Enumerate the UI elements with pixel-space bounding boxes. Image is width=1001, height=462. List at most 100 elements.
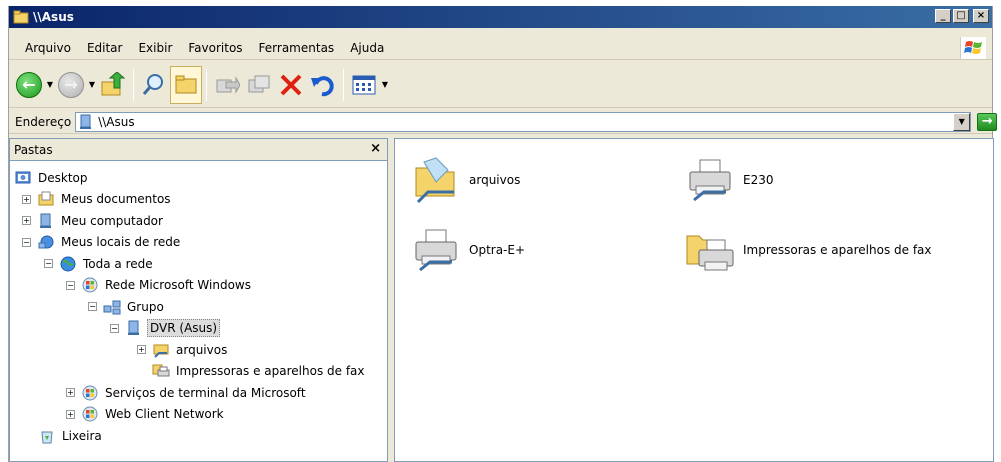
title-bar[interactable]: \\Asus _ □ × bbox=[9, 6, 992, 28]
tree-item-label: Grupo bbox=[127, 299, 164, 314]
tree-item-toda-a-rede[interactable]: − Toda a rede bbox=[10, 253, 387, 275]
tree-item-impressoras[interactable]: Impressoras e aparelhos de fax bbox=[10, 361, 387, 383]
shared-folder-icon bbox=[152, 341, 170, 359]
menu-bar: Arquivo Editar Exibir Favoritos Ferramen… bbox=[9, 36, 992, 60]
close-button[interactable]: × bbox=[973, 9, 989, 23]
go-arrow-icon: → bbox=[977, 112, 998, 131]
back-icon: ← bbox=[16, 71, 42, 98]
views-button[interactable] bbox=[348, 66, 380, 104]
network-places-icon bbox=[37, 233, 55, 251]
forward-dropdown-icon[interactable]: ▼ bbox=[87, 66, 97, 104]
back-button[interactable]: ← bbox=[13, 66, 45, 104]
documents-icon bbox=[37, 190, 55, 208]
delete-button[interactable] bbox=[275, 66, 307, 104]
windows-network-icon bbox=[81, 405, 99, 423]
window-controls: _ □ × bbox=[935, 9, 989, 23]
content-item-e230[interactable]: E230 bbox=[683, 153, 774, 207]
tree-item-web-client-network[interactable]: + Web Client Network bbox=[10, 404, 387, 426]
menu-exibir[interactable]: Exibir bbox=[130, 39, 180, 57]
tree-item-label: Meus locais de rede bbox=[61, 235, 181, 250]
move-to-icon bbox=[216, 75, 240, 94]
menu-arquivo[interactable]: Arquivo bbox=[17, 39, 79, 57]
address-label: Endereço bbox=[15, 114, 72, 129]
forward-button[interactable]: → bbox=[55, 66, 87, 104]
explorer-window: \\Asus _ □ × Arquivo Editar Exibir Favor… bbox=[8, 6, 998, 462]
tree-item-label-selected: DVR (Asus) bbox=[147, 319, 221, 338]
toolbar-separator bbox=[133, 68, 134, 101]
views-dropdown-icon[interactable]: ▼ bbox=[380, 66, 390, 104]
item-label: E230 bbox=[743, 173, 774, 187]
views-icon bbox=[352, 75, 376, 94]
address-input[interactable]: \\Asus ▼ bbox=[75, 111, 972, 132]
tree-item-rede-microsoft-windows[interactable]: − Rede Microsoft Windows bbox=[10, 275, 387, 297]
folders-pane-title: Pastas bbox=[14, 142, 53, 157]
menu-ajuda[interactable]: Ajuda bbox=[342, 39, 392, 57]
search-button[interactable] bbox=[138, 66, 170, 104]
back-dropdown-icon[interactable]: ▼ bbox=[45, 66, 55, 104]
collapse-icon[interactable]: − bbox=[66, 280, 75, 290]
menu-ferramentas[interactable]: Ferramentas bbox=[251, 39, 343, 57]
address-dropdown-icon[interactable]: ▼ bbox=[953, 112, 971, 131]
item-label: arquivos bbox=[469, 173, 521, 187]
tree-item-servicos-de-terminal[interactable]: + Serviços de terminal da Microsoft bbox=[10, 382, 387, 404]
item-label: Impressoras e aparelhos de fax bbox=[743, 243, 932, 257]
tree-item-meus-documentos[interactable]: + Meus documentos bbox=[10, 189, 387, 211]
expand-icon[interactable]: + bbox=[22, 194, 31, 204]
tree-item-dvr-asus[interactable]: − DVR (Asus) bbox=[10, 318, 387, 340]
menu-editar[interactable]: Editar bbox=[79, 39, 131, 57]
copy-to-icon bbox=[248, 75, 270, 92]
expand-icon[interactable]: + bbox=[137, 345, 146, 355]
tree-item-desktop[interactable]: Desktop bbox=[10, 167, 387, 189]
folders-pane-close-button[interactable]: × bbox=[370, 141, 381, 156]
copy-to-button[interactable] bbox=[243, 66, 275, 104]
item-label: Optra-E+ bbox=[469, 243, 526, 257]
collapse-icon[interactable]: − bbox=[22, 237, 31, 247]
undo-button[interactable] bbox=[307, 66, 339, 104]
go-button[interactable]: → Ir bbox=[977, 112, 1001, 131]
collapse-icon[interactable]: − bbox=[110, 323, 119, 333]
expand-icon[interactable]: + bbox=[66, 409, 75, 419]
tree-item-lixeira[interactable]: Lixeira bbox=[10, 425, 387, 447]
undo-icon bbox=[311, 75, 334, 96]
content-item-optra-e-plus[interactable]: Optra-E+ bbox=[409, 223, 525, 277]
windows-network-icon bbox=[81, 276, 99, 294]
tree-item-label: Impressoras e aparelhos de fax bbox=[176, 364, 365, 379]
tree-item-label: Meu computador bbox=[61, 213, 163, 228]
expand-icon[interactable]: + bbox=[22, 216, 31, 226]
folders-icon bbox=[175, 75, 197, 93]
menu-favoritos[interactable]: Favoritos bbox=[180, 39, 250, 57]
minimize-button[interactable]: _ bbox=[935, 9, 951, 23]
printers-icon bbox=[152, 362, 170, 380]
globe-icon bbox=[59, 255, 77, 273]
printers-folder-icon bbox=[683, 223, 737, 277]
computer-icon bbox=[125, 319, 143, 337]
collapse-icon[interactable]: − bbox=[44, 259, 53, 269]
tree-item-arquivos[interactable]: + arquivos bbox=[10, 339, 387, 361]
standard-toolbar: ← ▼ → ▼ ▼ bbox=[9, 62, 992, 108]
window-title: \\Asus bbox=[33, 10, 74, 24]
up-folder-button[interactable] bbox=[97, 66, 129, 104]
shared-folder-icon bbox=[409, 153, 463, 207]
computer-icon bbox=[80, 114, 92, 129]
content-pane: arquivos E230 Optra-E+ Impressoras e apa… bbox=[394, 138, 994, 462]
search-icon bbox=[142, 73, 163, 95]
printer-icon bbox=[683, 153, 737, 207]
tree-item-label: Toda a rede bbox=[83, 256, 153, 271]
content-item-impressoras[interactable]: Impressoras e aparelhos de fax bbox=[683, 223, 932, 277]
recycle-bin-icon bbox=[38, 427, 56, 445]
address-value: \\Asus bbox=[98, 114, 135, 129]
folders-button[interactable] bbox=[170, 65, 202, 104]
maximize-button[interactable]: □ bbox=[953, 9, 969, 23]
expand-icon[interactable]: + bbox=[66, 388, 75, 398]
move-to-button[interactable] bbox=[211, 66, 243, 104]
tree-item-meus-locais-de-rede[interactable]: − Meus locais de rede bbox=[10, 232, 387, 254]
tree-item-grupo[interactable]: − Grupo bbox=[10, 296, 387, 318]
computer-icon bbox=[37, 212, 55, 230]
folders-pane-header: Pastas × bbox=[10, 139, 387, 161]
collapse-icon[interactable]: − bbox=[88, 302, 97, 312]
content-item-arquivos[interactable]: arquivos bbox=[409, 153, 520, 207]
tree-item-label: Desktop bbox=[38, 170, 88, 185]
tree-item-meu-computador[interactable]: + Meu computador bbox=[10, 210, 387, 232]
toolbar-separator bbox=[343, 68, 344, 101]
tree-item-label: Lixeira bbox=[62, 428, 102, 443]
